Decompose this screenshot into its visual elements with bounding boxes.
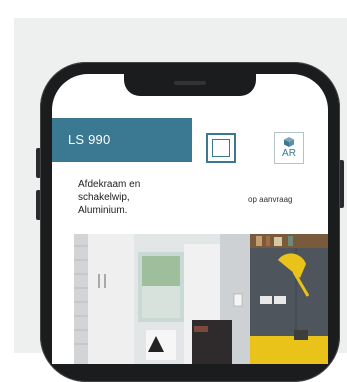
switch-rocker [212, 139, 230, 157]
photo-yellow-room[interactable] [250, 234, 328, 364]
product-header: LS 990 [52, 118, 192, 162]
product-model: LS 990 [68, 132, 111, 147]
ar-cube-icon [284, 137, 294, 147]
ar-button[interactable]: AR [274, 132, 304, 164]
availability-status: op aanvraag [248, 195, 293, 204]
product-description: Afdekraam en schakelwip, Aluminium. [78, 179, 141, 216]
closet-image [74, 234, 134, 364]
rocker-switch-icon[interactable] [206, 133, 236, 163]
photo-closet[interactable] [74, 234, 134, 364]
phone-screen: LS 990 AR Afdekraam en schakelwip, Alumi… [52, 74, 328, 364]
ar-label: AR [282, 148, 296, 159]
yellow-room-image [250, 234, 328, 364]
photo-hallway[interactable] [134, 234, 250, 364]
hallway-image [134, 234, 250, 364]
phone-notch [124, 74, 256, 96]
speaker-grille [174, 81, 206, 85]
product-photos [52, 234, 328, 364]
